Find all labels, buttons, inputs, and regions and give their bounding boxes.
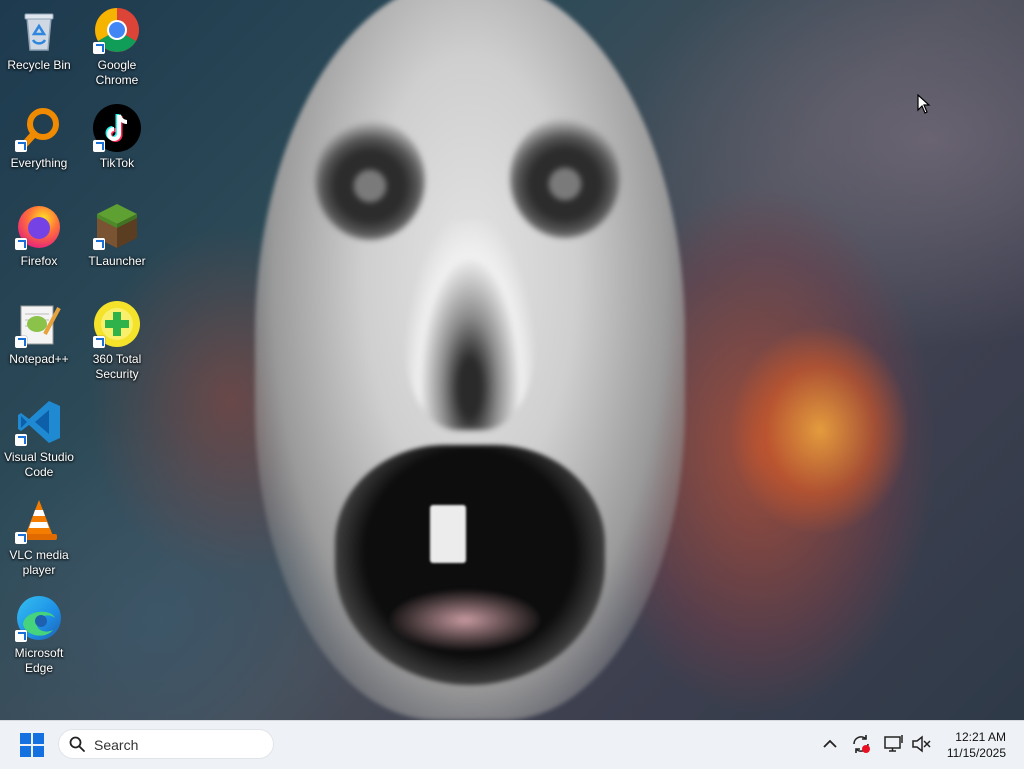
desktop-icon-label: Google Chrome <box>95 58 139 87</box>
desktop-icon-google-chrome[interactable]: Google Chrome <box>78 0 156 88</box>
tlauncher-icon <box>93 202 141 250</box>
shortcut-arrow-icon <box>93 42 105 54</box>
shortcut-arrow-icon <box>15 630 27 642</box>
shortcut-arrow-icon <box>15 336 27 348</box>
desktop-icon-tiktok[interactable]: TikTok <box>78 98 156 171</box>
desktop-icon-recycle-bin[interactable]: Recycle Bin <box>0 0 78 73</box>
desktop-icon-notepadpp[interactable]: Notepad++ <box>0 294 78 367</box>
shortcut-arrow-icon <box>15 532 27 544</box>
windows-logo-icon <box>33 746 44 757</box>
wallpaper-right-eye <box>510 118 620 238</box>
desktop-icon-label: Visual Studio Code <box>4 450 74 479</box>
chevron-up-icon[interactable] <box>819 733 841 755</box>
taskbar: Search 12:21 AM 11/15/2025 <box>0 720 1024 769</box>
shortcut-arrow-icon <box>15 140 27 152</box>
taskbar-clock[interactable]: 12:21 AM 11/15/2025 <box>947 729 1006 761</box>
shortcut-arrow-icon <box>15 434 27 446</box>
desktop-icon-vlc-media-player[interactable]: VLC media player <box>0 490 78 578</box>
desktop-icon-visual-studio-code[interactable]: Visual Studio Code <box>0 392 78 480</box>
recycle-bin-icon <box>15 6 63 54</box>
chrome-icon <box>93 6 141 54</box>
desktop-icon-tlauncher[interactable]: TLauncher <box>78 196 156 269</box>
wallpaper-nose <box>405 220 535 430</box>
mouse-cursor-icon <box>917 94 931 114</box>
network-icon[interactable] <box>883 733 905 755</box>
360-security-icon <box>93 300 141 348</box>
desktop-icon-label: Everything <box>10 156 68 170</box>
windows-logo-icon <box>20 746 31 757</box>
shortcut-arrow-icon <box>93 238 105 250</box>
tiktok-icon <box>93 104 141 152</box>
edge-icon <box>15 594 63 642</box>
desktop-icon-label: Firefox <box>20 254 58 268</box>
desktop-icon-label: TikTok <box>99 156 135 170</box>
wallpaper-tooth <box>430 505 466 563</box>
search-icon <box>69 736 85 752</box>
desktop-icon-label: Notepad++ <box>9 352 69 366</box>
start-button[interactable] <box>20 733 44 757</box>
desktop-icon-label: Recycle Bin <box>7 58 71 72</box>
desktop-icon-everything[interactable]: Everything <box>0 98 78 171</box>
vscode-icon <box>15 398 63 446</box>
taskbar-search-box[interactable]: Search <box>58 729 274 759</box>
vlc-icon <box>15 496 63 544</box>
windows-logo-icon <box>20 733 31 744</box>
desktop-icon-label: Microsoft Edge <box>14 646 64 675</box>
firefox-icon <box>15 202 63 250</box>
shortcut-arrow-icon <box>15 238 27 250</box>
desktop-icon-label: VLC media player <box>9 548 69 577</box>
desktop-icon-firefox[interactable]: Firefox <box>0 196 78 269</box>
wallpaper-left-eye <box>315 120 425 240</box>
clock-time: 12:21 AM <box>955 730 1006 744</box>
wallpaper-tongue <box>390 590 540 650</box>
windows-logo-icon <box>33 733 44 744</box>
shortcut-arrow-icon <box>93 140 105 152</box>
volume-muted-icon[interactable] <box>910 733 932 755</box>
everything-search-icon <box>15 104 63 152</box>
sync-alert-icon[interactable] <box>850 733 872 755</box>
desktop-icon-microsoft-edge[interactable]: Microsoft Edge <box>0 588 78 676</box>
desktop-icon-label: TLauncher <box>88 254 146 268</box>
desktop-icon-label: 360 Total Security <box>92 352 142 381</box>
shortcut-arrow-icon <box>93 336 105 348</box>
notepadpp-icon <box>15 300 63 348</box>
clock-date: 11/15/2025 <box>946 746 1006 760</box>
search-placeholder: Search <box>94 737 139 753</box>
desktop-icon-360-total-security[interactable]: 360 Total Security <box>78 294 156 382</box>
